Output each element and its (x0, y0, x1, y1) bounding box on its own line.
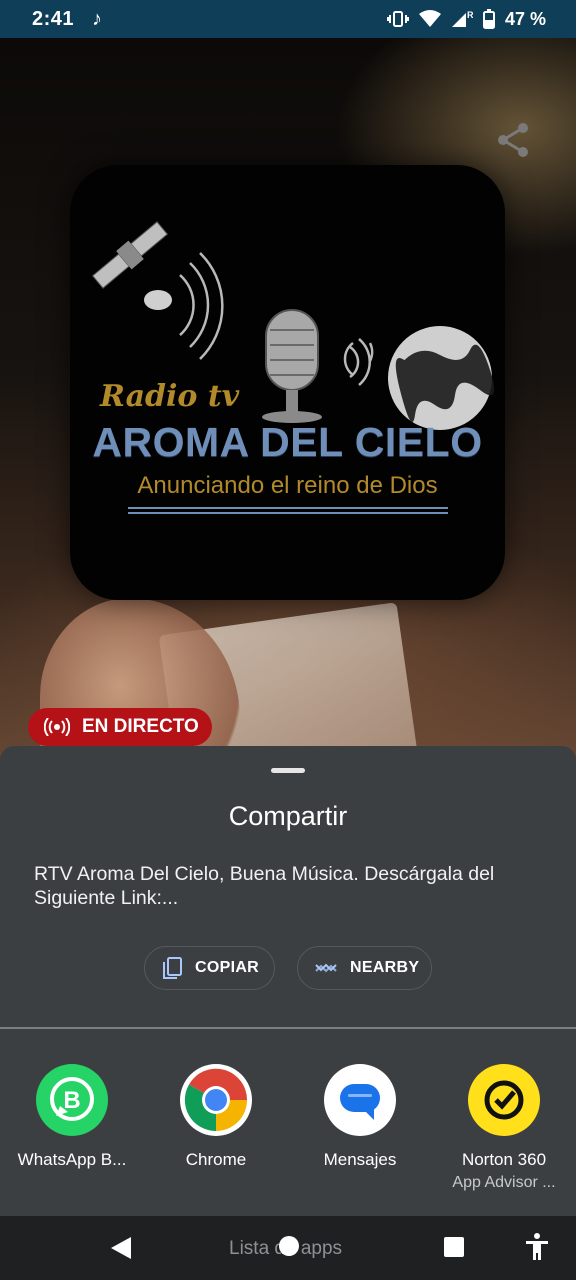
wifi-icon (418, 10, 441, 27)
share-target-chrome[interactable]: Chrome (144, 1064, 288, 1170)
live-badge: EN DIRECTO (28, 708, 212, 746)
app-label: Mensajes (323, 1150, 397, 1169)
share-icon[interactable] (494, 120, 534, 160)
battery-icon (482, 9, 495, 29)
norton-icon (468, 1064, 540, 1136)
sheet-title: Compartir (228, 801, 348, 831)
svg-text:R: R (467, 10, 473, 20)
home-button[interactable] (279, 1236, 299, 1256)
share-sheet: Compartir RTV Aroma Del Cielo, Buena Mús… (0, 746, 576, 1216)
share-target-norton[interactable]: Norton 360 App Advisor ... (432, 1064, 576, 1192)
status-bar: 2:41 ♪ R 47 % (0, 0, 576, 38)
app-label: Norton 360 (461, 1150, 547, 1169)
nearby-button[interactable]: NEARBY (297, 946, 432, 990)
broadcast-icon (44, 718, 70, 736)
copy-icon (161, 956, 183, 980)
logo-title: AROMA DEL CIELO (92, 419, 483, 465)
app-sublabel: App Advisor ... (452, 1174, 556, 1191)
sheet-divider (0, 1027, 576, 1029)
battery-percent: 47 % (504, 8, 546, 29)
accessibility-icon[interactable] (524, 1232, 550, 1262)
logo-subtitle: Anunciando el reino de Dios (137, 472, 438, 499)
messages-icon (324, 1064, 396, 1136)
recents-button[interactable] (444, 1237, 464, 1257)
share-app-list: B WhatsApp B... Chrome Mensajes Norton 3… (0, 1064, 576, 1204)
back-icon[interactable] (110, 1236, 132, 1260)
app-label: WhatsApp B... (17, 1150, 127, 1169)
nearby-icon (314, 961, 338, 975)
share-target-whatsapp-business[interactable]: B WhatsApp B... (0, 1064, 144, 1170)
copy-button[interactable]: COPIAR (144, 946, 275, 990)
whatsapp-business-icon: B (36, 1064, 108, 1136)
live-badge-label: EN DIRECTO (82, 716, 199, 737)
satellite-icon (91, 221, 169, 289)
copy-label: COPIAR (195, 959, 260, 976)
music-note-icon: ♪ (92, 7, 103, 30)
chrome-icon (180, 1064, 252, 1136)
signal-icon: R (451, 10, 473, 27)
station-logo: Radio tv AROMA DEL CIELO Anunciando el r… (70, 165, 505, 600)
share-target-messages[interactable]: Mensajes (288, 1064, 432, 1170)
vibrate-icon (386, 11, 409, 27)
status-icons: R 47 % (386, 8, 546, 30)
nearby-label: NEARBY (350, 959, 420, 976)
app-label: Chrome (185, 1150, 247, 1169)
logo-radio-tv: Radio tv (100, 379, 240, 414)
logo-underline (128, 507, 448, 517)
svg-text:B: B (63, 1087, 80, 1114)
sheet-drag-handle[interactable] (271, 768, 305, 773)
navigation-bar: Lista de apps (0, 1216, 576, 1280)
status-time: 2:41 (32, 7, 75, 30)
share-message: RTV Aroma Del Cielo, Buena Música. Descá… (34, 863, 495, 909)
